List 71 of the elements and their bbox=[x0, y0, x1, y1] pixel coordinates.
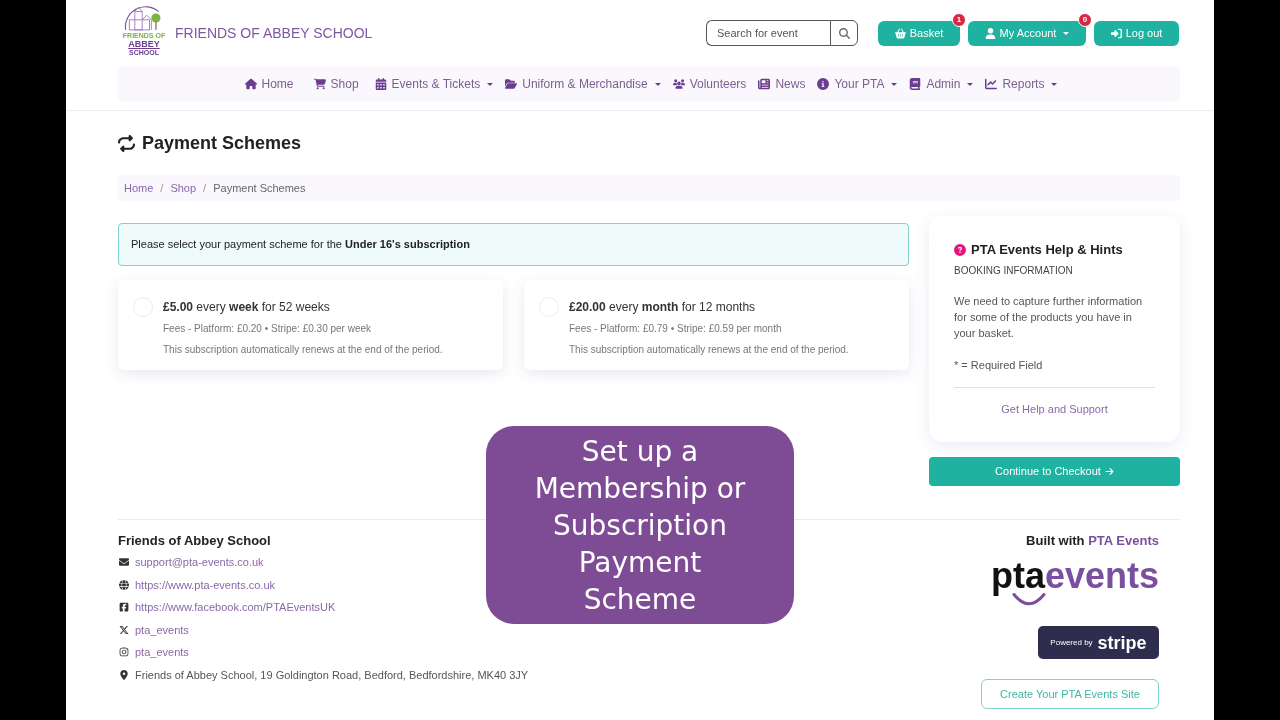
newspaper-icon bbox=[758, 78, 771, 90]
scheme-note: This subscription automatically renews at the end of the period. bbox=[569, 343, 849, 357]
stripe-badge[interactable]: Powered by stripe bbox=[1038, 626, 1159, 659]
folder-icon bbox=[505, 78, 518, 90]
badge-brand: stripe bbox=[1097, 632, 1147, 653]
caption-text: Set up a Membership or Subscription Payment Scheme bbox=[533, 433, 747, 618]
footer-link[interactable]: pta_events bbox=[135, 621, 189, 638]
user-icon bbox=[984, 27, 996, 39]
footer-link[interactable]: https://www.pta-events.co.uk bbox=[135, 576, 275, 593]
nav-link[interactable]: Volunteers bbox=[672, 75, 747, 93]
scheme-title: £20.00 every month for 12 months bbox=[569, 299, 757, 316]
search-field[interactable]: Search for event bbox=[706, 20, 830, 46]
nav-link[interactable]: Shop bbox=[309, 75, 363, 93]
footer-title: Friends of Abbey School bbox=[118, 532, 271, 550]
calendar-icon bbox=[374, 78, 387, 90]
cart-icon bbox=[313, 78, 326, 90]
pta-events-link[interactable]: PTA Events bbox=[1088, 533, 1159, 548]
nav-link[interactable]: Uniform & Merchandise bbox=[505, 75, 661, 93]
nav-link[interactable]: Your PTA bbox=[817, 75, 898, 93]
footer-link[interactable]: pta_events bbox=[135, 644, 189, 661]
breadcrumb-link[interactable]: Shop bbox=[170, 179, 197, 197]
people-icon bbox=[672, 78, 685, 90]
help-link[interactable]: Get Help and Support bbox=[1001, 401, 1108, 417]
repeat-arrows-icon bbox=[118, 134, 135, 152]
badge-prefix: Powered by bbox=[1050, 636, 1093, 649]
arrow-right-icon bbox=[1104, 467, 1114, 476]
built-with-text: Built with PTA Events bbox=[1026, 532, 1159, 550]
payment-scheme-card[interactable]: £5.00 every week for 52 weeks Fees - Platform: £0.20 • Stripe: £0.30 per week This subscription automatically renews at the end of the period. bbox=[118, 280, 503, 370]
scheme-fees: Fees - Platform: £0.20 • Stripe: £0.30 per week bbox=[163, 322, 373, 336]
scheme-note: This subscription automatically renews at the end of the period. bbox=[163, 343, 443, 357]
instagram-icon bbox=[119, 647, 129, 658]
nav-link[interactable]: Reports bbox=[985, 75, 1058, 93]
breadcrumb-current: Payment Schemes bbox=[213, 180, 306, 196]
x-logo-icon bbox=[119, 624, 129, 635]
nav-link[interactable]: Events & Tickets bbox=[374, 75, 494, 93]
logout-icon bbox=[1110, 27, 1122, 39]
count-badge: 0 bbox=[1078, 12, 1092, 27]
help-title: PTA Events Help & Hints bbox=[971, 241, 1123, 260]
logo-text: ABBEY bbox=[128, 40, 160, 49]
required-note: * = Required Field bbox=[954, 358, 1044, 373]
search-icon bbox=[838, 27, 850, 39]
question-icon bbox=[954, 244, 966, 256]
site-title[interactable]: FRIENDS OF ABBEY SCHOOL bbox=[175, 22, 373, 44]
nav-link[interactable]: News bbox=[758, 75, 806, 93]
payment-scheme-card[interactable]: £20.00 every month for 12 months Fees - Platform: £0.79 • Stripe: £0.59 per month This subscription automatically renews at the end of the period. bbox=[524, 280, 909, 370]
page-title: Payment Schemes bbox=[142, 131, 302, 155]
line-chart-icon bbox=[985, 78, 998, 90]
scheme-title: £5.00 every week for 52 weeks bbox=[163, 299, 331, 316]
nav-link[interactable]: Home bbox=[240, 75, 298, 93]
map-pin-icon bbox=[119, 669, 129, 680]
basket-icon bbox=[894, 27, 906, 39]
help-text: We need to capture further information for some of the products you have in your basket. bbox=[954, 294, 1144, 341]
info-icon bbox=[817, 78, 830, 90]
book-icon bbox=[909, 78, 922, 90]
globe-icon bbox=[119, 579, 129, 590]
breadcrumb-separator: / bbox=[160, 180, 164, 196]
footer-address: Friends of Abbey School, 19 Goldington Road, Bedford, Bedfordshire, MK40 3JY bbox=[135, 667, 529, 683]
facebook-icon bbox=[119, 602, 129, 613]
logo-wordmark: events bbox=[1045, 560, 1160, 592]
help-subtitle: BOOKING INFORMATION bbox=[954, 264, 1074, 278]
search-button[interactable] bbox=[830, 20, 858, 46]
breadcrumb-link[interactable]: Home bbox=[124, 179, 154, 197]
envelope-icon bbox=[119, 557, 129, 568]
nav-link[interactable]: Admin bbox=[909, 75, 974, 93]
footer-link[interactable]: support@pta-events.co.uk bbox=[135, 554, 264, 571]
house-icon bbox=[244, 78, 257, 90]
info-alert: Please select your payment scheme for the Under 16's subscription bbox=[118, 223, 909, 266]
footer-link[interactable]: https://www.facebook.com/PTAEventsUK bbox=[135, 599, 336, 616]
breadcrumb-separator: / bbox=[203, 180, 207, 196]
scheme-fees: Fees - Platform: £0.79 • Stripe: £0.59 per month bbox=[569, 322, 783, 336]
count-badge: 1 bbox=[952, 12, 966, 27]
